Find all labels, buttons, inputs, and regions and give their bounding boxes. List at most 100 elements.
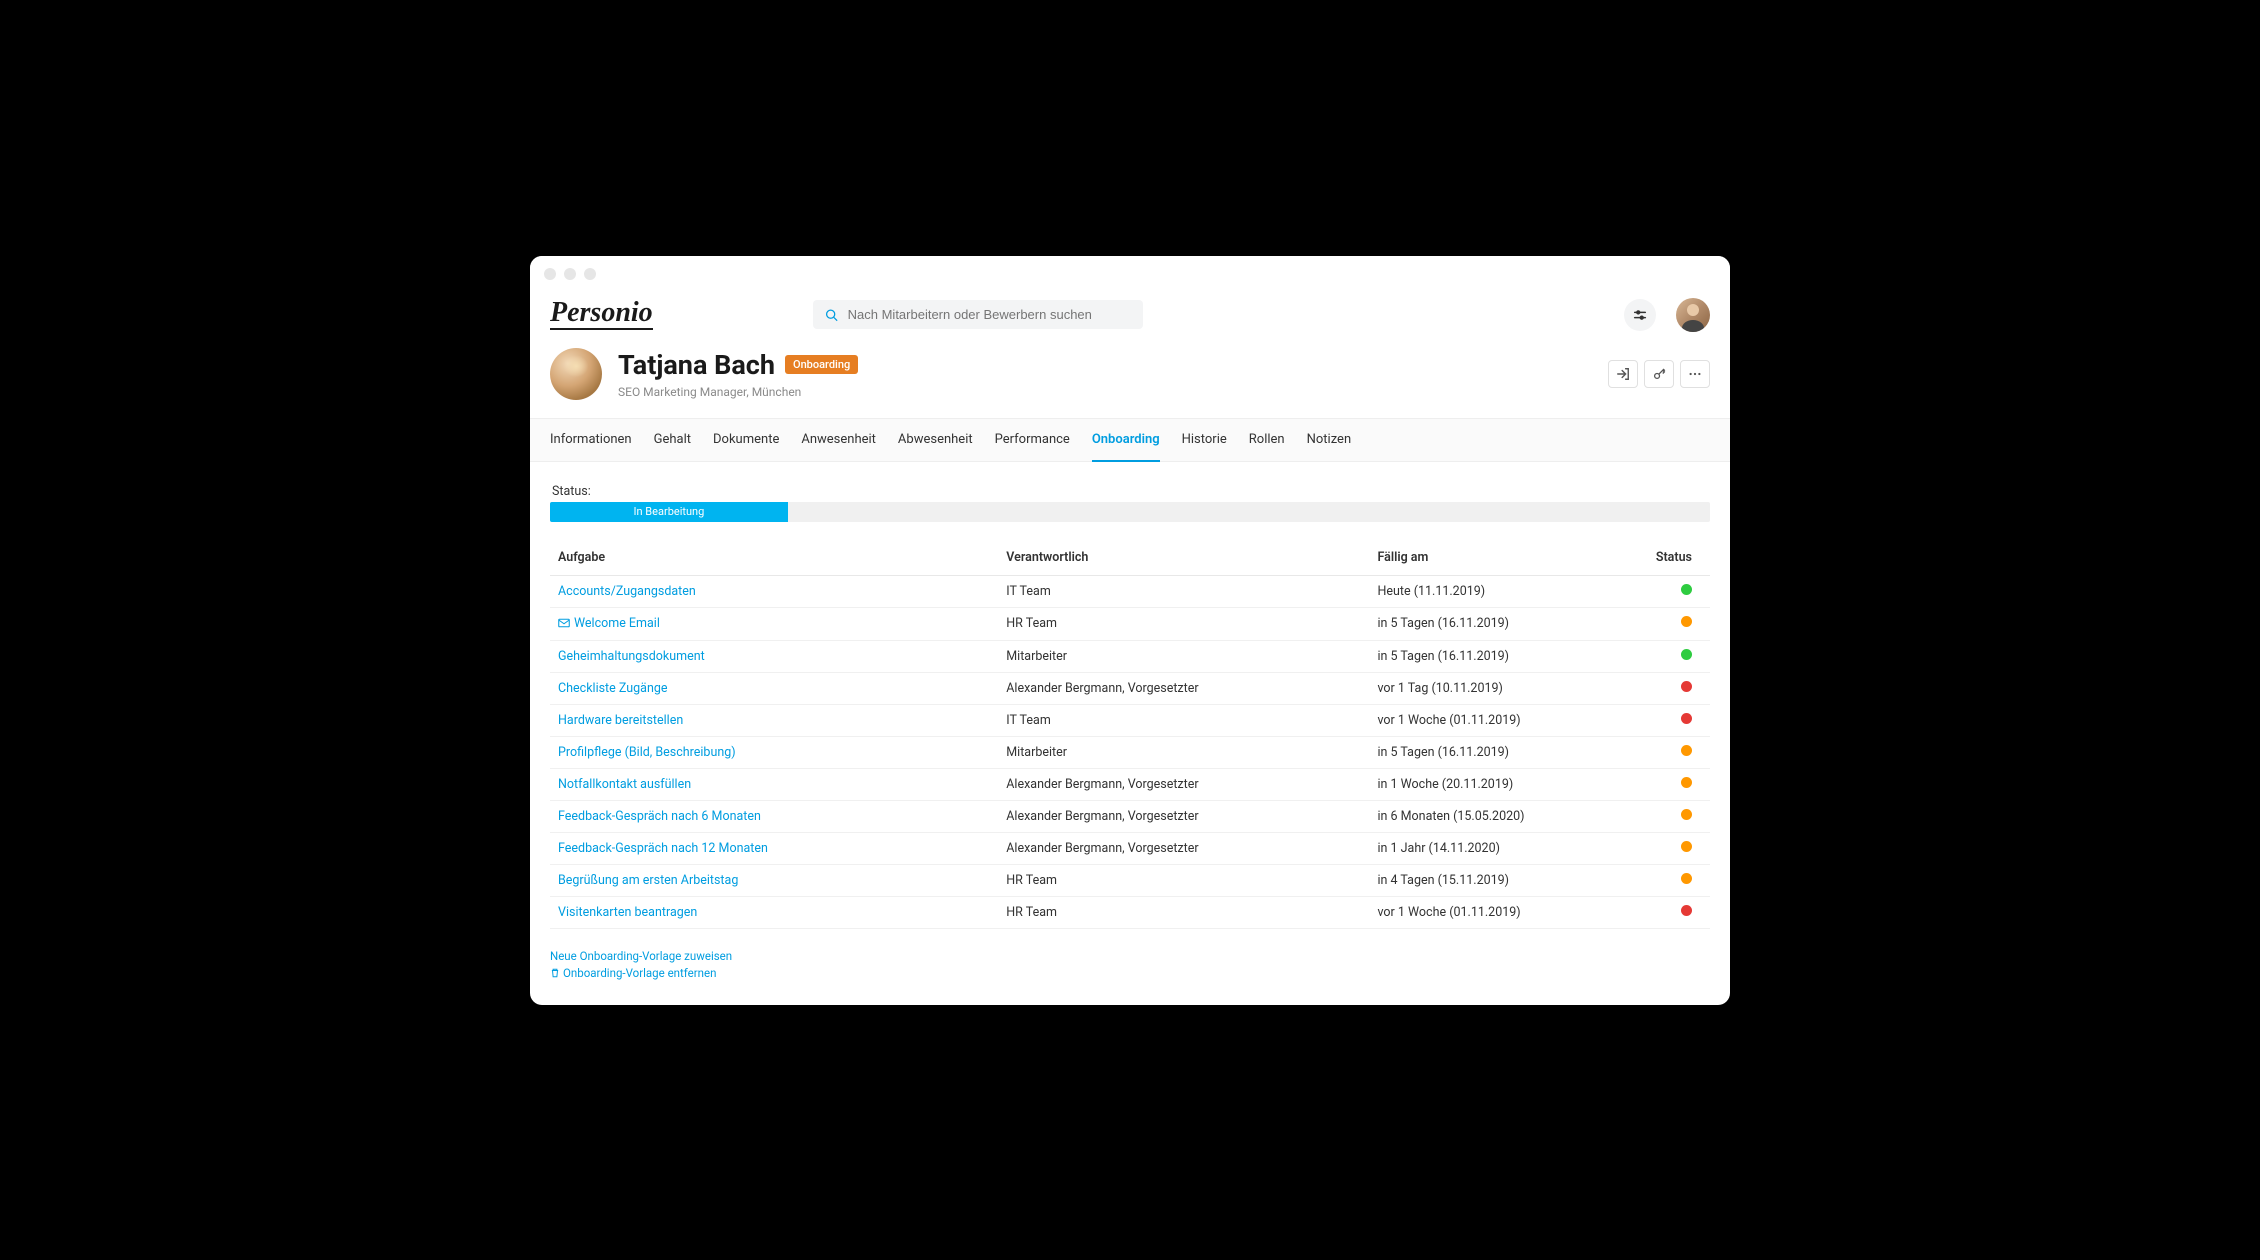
table-row: Hardware bereitstellen IT Teamvor 1 Woche… [550, 704, 1710, 736]
task-link[interactable]: Begrüßung am ersten Arbeitstag [558, 873, 738, 888]
status-cell [1648, 607, 1710, 640]
table-row: Checkliste Zugänge Alexander Bergmann, Vo… [550, 672, 1710, 704]
responsible-cell: Alexander Bergmann, Vorgesetzter [998, 832, 1369, 864]
trash-icon [550, 967, 560, 981]
sliders-icon [1633, 308, 1647, 322]
remove-template-label: Onboarding-Vorlage entfernen [563, 966, 716, 980]
tab-informationen[interactable]: Informationen [550, 419, 632, 462]
responsible-cell: Alexander Bergmann, Vorgesetzter [998, 800, 1369, 832]
status-dot-icon [1681, 681, 1692, 692]
window-minimize-icon[interactable] [564, 268, 576, 280]
employee-name: Tatjana Bach [618, 349, 775, 381]
status-cell [1648, 704, 1710, 736]
employee-avatar[interactable] [550, 348, 602, 400]
tab-notizen[interactable]: Notizen [1307, 419, 1352, 462]
more-button[interactable] [1680, 360, 1710, 388]
due-cell: in 1 Jahr (14.11.2020) [1369, 832, 1647, 864]
task-link[interactable]: Geheimhaltungsdokument [558, 649, 705, 664]
status-dot-icon [1681, 584, 1692, 595]
due-cell: in 5 Tagen (16.11.2019) [1369, 640, 1647, 672]
status-cell [1648, 736, 1710, 768]
search-box[interactable] [813, 300, 1143, 329]
responsible-cell: HR Team [998, 896, 1369, 928]
task-link[interactable]: Feedback-Gespräch nach 12 Monaten [558, 841, 768, 856]
task-link[interactable]: Accounts/Zugangsdaten [558, 584, 696, 599]
status-dot-icon [1681, 905, 1692, 916]
table-row: Geheimhaltungsdokument Mitarbeiterin 5 Ta… [550, 640, 1710, 672]
task-link[interactable]: Hardware bereitstellen [558, 713, 683, 728]
user-avatar[interactable] [1676, 298, 1710, 332]
responsible-cell: IT Team [998, 704, 1369, 736]
remove-template-link[interactable]: Onboarding-Vorlage entfernen [550, 966, 1710, 981]
responsible-cell: HR Team [998, 864, 1369, 896]
table-row: Feedback-Gespräch nach 6 Monaten Alexande… [550, 800, 1710, 832]
tab-rollen[interactable]: Rollen [1249, 419, 1285, 462]
status-cell [1648, 864, 1710, 896]
responsible-cell: Alexander Bergmann, Vorgesetzter [998, 672, 1369, 704]
table-row: Notfallkontakt ausfüllen Alexander Bergma… [550, 768, 1710, 800]
col-due: Fällig am [1369, 540, 1647, 576]
tab-anwesenheit[interactable]: Anwesenheit [801, 419, 876, 462]
task-link[interactable]: Feedback-Gespräch nach 6 Monaten [558, 809, 761, 824]
col-task: Aufgabe [550, 540, 998, 576]
task-link[interactable]: Profilpflege (Bild, Beschreibung) [558, 745, 736, 760]
tab-dokumente[interactable]: Dokumente [713, 419, 779, 462]
task-link[interactable]: Notfallkontakt ausfüllen [558, 777, 691, 792]
table-row: Welcome EmailHR Teamin 5 Tagen (16.11.20… [550, 607, 1710, 640]
login-as-button[interactable] [1608, 360, 1638, 388]
due-cell: vor 1 Tag (10.11.2019) [1369, 672, 1647, 704]
status-cell [1648, 640, 1710, 672]
task-link[interactable]: Welcome Email [558, 616, 660, 631]
assign-template-link[interactable]: Neue Onboarding-Vorlage zuweisen [550, 949, 1710, 963]
col-status: Status [1648, 540, 1710, 576]
mail-icon [558, 617, 570, 632]
edit-button[interactable] [1644, 360, 1674, 388]
table-row: Accounts/ZugangsdatenIT TeamHeute (11.11… [550, 575, 1710, 607]
due-cell: in 4 Tagen (15.11.2019) [1369, 864, 1647, 896]
due-cell: vor 1 Woche (01.11.2019) [1369, 704, 1647, 736]
profile-header: Tatjana Bach Onboarding SEO Marketing Ma… [530, 346, 1730, 418]
status-label: Status: [550, 484, 1710, 499]
status-dot-icon [1681, 873, 1692, 884]
status-dot-icon [1681, 745, 1692, 756]
status-dot-icon [1681, 616, 1692, 627]
table-row: Begrüßung am ersten Arbeitstag HR Teamin … [550, 864, 1710, 896]
responsible-cell: Mitarbeiter [998, 736, 1369, 768]
col-responsible: Verantwortlich [998, 540, 1369, 576]
window-close-icon[interactable] [544, 268, 556, 280]
employee-subtitle: SEO Marketing Manager, München [618, 385, 858, 399]
due-cell: in 5 Tagen (16.11.2019) [1369, 736, 1647, 768]
status-cell [1648, 672, 1710, 704]
search-icon [825, 308, 838, 322]
window-maximize-icon[interactable] [584, 268, 596, 280]
status-dot-icon [1681, 841, 1692, 852]
title-bar [530, 256, 1730, 292]
more-icon [1688, 367, 1702, 381]
login-icon [1616, 367, 1630, 381]
onboarding-table: Aufgabe Verantwortlich Fällig am Status … [550, 540, 1710, 929]
progress-fill: In Bearbeitung [550, 502, 788, 522]
search-input[interactable] [848, 307, 1131, 322]
responsible-cell: Alexander Bergmann, Vorgesetzter [998, 768, 1369, 800]
settings-button[interactable] [1624, 299, 1656, 331]
responsible-cell: Mitarbeiter [998, 640, 1369, 672]
task-link[interactable]: Checkliste Zugänge [558, 681, 668, 696]
tab-abwesenheit[interactable]: Abwesenheit [898, 419, 973, 462]
table-row: Feedback-Gespräch nach 12 Monaten Alexand… [550, 832, 1710, 864]
status-dot-icon [1681, 713, 1692, 724]
app-window: Personio Tatjana Bach Onboarding SEO Mar… [530, 256, 1730, 1005]
logo[interactable]: Personio [550, 299, 653, 330]
task-link[interactable]: Visitenkarten beantragen [558, 905, 697, 920]
status-badge: Onboarding [785, 355, 858, 374]
status-cell [1648, 575, 1710, 607]
tab-onboarding[interactable]: Onboarding [1092, 419, 1160, 462]
key-icon [1653, 367, 1666, 380]
tab-gehalt[interactable]: Gehalt [654, 419, 691, 462]
tab-performance[interactable]: Performance [995, 419, 1070, 462]
tab-historie[interactable]: Historie [1182, 419, 1227, 462]
table-row: Profilpflege (Bild, Beschreibung) Mitarbe… [550, 736, 1710, 768]
footer-links: Neue Onboarding-Vorlage zuweisen Onboard… [550, 949, 1710, 981]
status-cell [1648, 768, 1710, 800]
status-cell [1648, 896, 1710, 928]
due-cell: vor 1 Woche (01.11.2019) [1369, 896, 1647, 928]
